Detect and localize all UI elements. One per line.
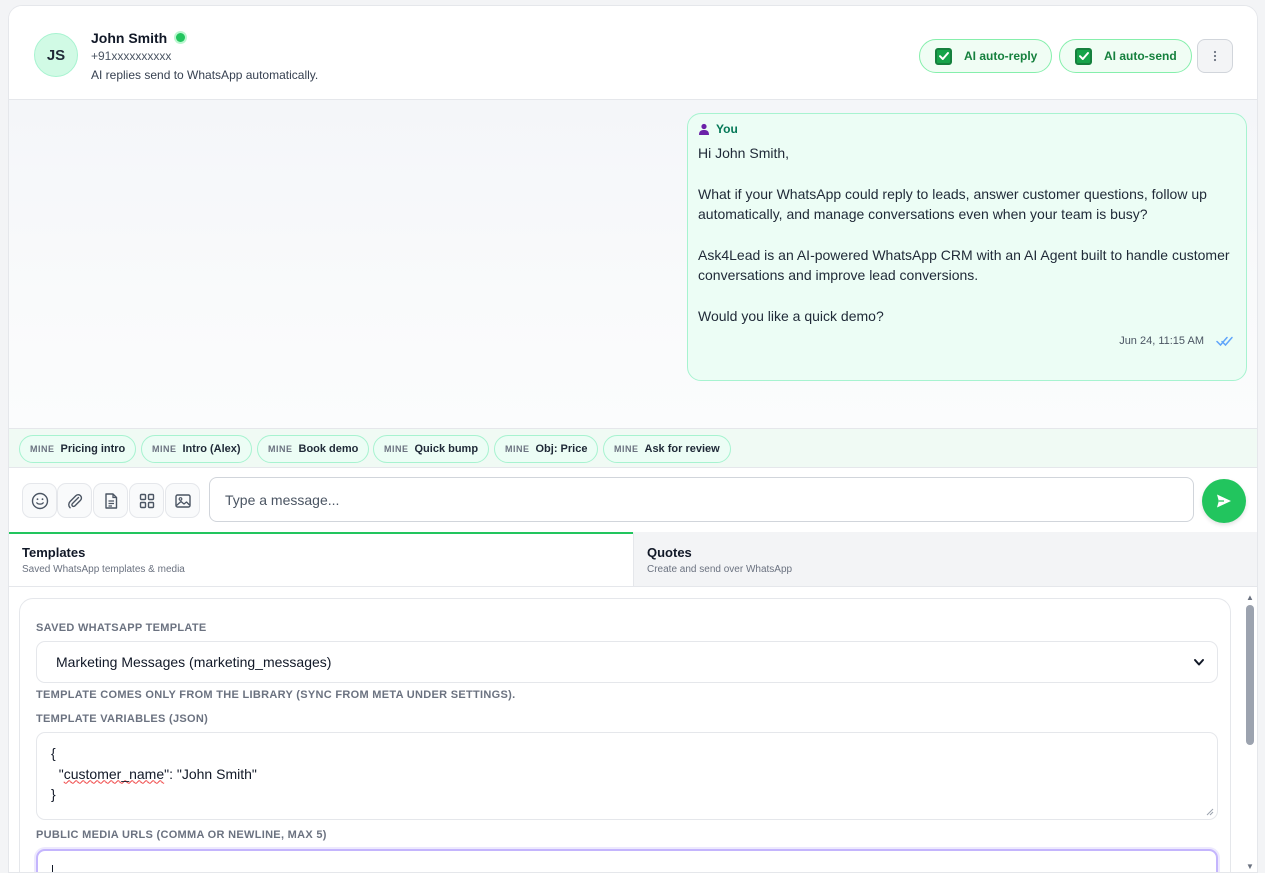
grid-icon — [139, 493, 154, 508]
scroll-down-arrow-icon[interactable]: ▼ — [1245, 862, 1255, 872]
saved-template-label: Saved WhatsApp template — [36, 622, 207, 634]
quick-replies-bar: MINE Pricing intro MINE Intro (Alex) MIN… — [9, 428, 1257, 468]
json-key: customer_name — [63, 765, 165, 782]
resize-handle-icon[interactable] — [1206, 808, 1214, 816]
contact-name: John Smith — [91, 30, 168, 46]
ai-auto-send-label: AI auto-send — [1104, 49, 1177, 63]
chip-label: Obj: Price — [535, 443, 588, 455]
template-select[interactable]: Marketing Messages (marketing_messages) — [36, 641, 1218, 683]
contact-subtitle: AI replies send to WhatsApp automaticall… — [91, 68, 319, 82]
quick-reply-chip[interactable]: MINE Quick bump — [373, 435, 490, 463]
sender-label: You — [716, 122, 738, 136]
scrollbar-thumb[interactable] — [1246, 605, 1254, 745]
templates-panel[interactable]: Saved WhatsApp template Marketing Messag… — [9, 587, 1257, 872]
tab-title: Quotes — [647, 545, 692, 560]
quick-reply-chip[interactable]: MINE Book demo — [257, 435, 370, 463]
chip-tag: MINE — [268, 444, 293, 454]
tab-quotes[interactable]: Quotes Create and send over WhatsApp — [633, 532, 1257, 586]
quick-reply-chip[interactable]: MINE Ask for review — [603, 435, 731, 463]
user-icon — [699, 123, 709, 135]
image-button[interactable] — [165, 483, 200, 518]
message-text: Hi John Smith, What if your WhatsApp cou… — [698, 143, 1236, 327]
tab-title: Templates — [22, 545, 86, 560]
quick-reply-chip[interactable]: MINE Obj: Price — [494, 435, 599, 463]
json-line: } — [51, 786, 56, 802]
double-check-icon — [1216, 336, 1233, 347]
chip-tag: MINE — [384, 444, 409, 454]
message-paragraph: Would you like a quick demo? — [698, 308, 884, 325]
message-composer — [9, 468, 1257, 532]
library-note: Template comes only from the library (sy… — [36, 689, 516, 701]
chip-tag: MINE — [505, 444, 530, 454]
ai-auto-send-toggle[interactable]: AI auto-send — [1059, 39, 1192, 73]
emoji-icon — [31, 492, 48, 509]
chip-tag: MINE — [614, 444, 639, 454]
attach-button[interactable] — [57, 483, 92, 518]
ai-auto-reply-toggle[interactable]: AI auto-reply — [919, 39, 1053, 73]
image-icon — [174, 493, 191, 508]
chip-tag: MINE — [152, 444, 177, 454]
emoji-button[interactable] — [22, 483, 57, 518]
panel-scrollbar[interactable]: ▲ ▼ — [1243, 591, 1257, 872]
message-input[interactable] — [209, 477, 1194, 522]
online-status-dot — [176, 33, 185, 42]
tab-templates[interactable]: Templates Saved WhatsApp templates & med… — [9, 532, 633, 586]
message-paragraph: What if your WhatsApp could reply to lea… — [698, 185, 1207, 223]
tool-tabs: Templates Saved WhatsApp templates & med… — [9, 532, 1257, 587]
chip-label: Ask for review — [644, 443, 720, 455]
quick-reply-chip[interactable]: MINE Pricing intro — [19, 435, 137, 463]
message-paragraph: Ask4Lead is an AI-powered WhatsApp CRM w… — [698, 247, 1230, 284]
chip-label: Intro (Alex) — [182, 443, 241, 455]
template-card: Saved WhatsApp template Marketing Messag… — [19, 598, 1231, 872]
media-urls-input[interactable] — [36, 849, 1218, 872]
paperclip-icon — [67, 493, 82, 508]
template-variables-textarea[interactable]: { "customer_name": "John Smith"} — [36, 732, 1218, 820]
chip-tag: MINE — [30, 444, 55, 454]
tab-subtitle: Create and send over WhatsApp — [647, 564, 793, 575]
send-icon — [1217, 494, 1231, 508]
json-line: "customer_name": "John Smith" — [51, 765, 257, 782]
checkbox-checked-icon — [1075, 47, 1092, 65]
media-urls-label: Public media URLs (comma or newline, max… — [36, 829, 327, 841]
message-timestamp: Jun 24, 11:15 AM — [1119, 335, 1204, 347]
quick-reply-chip[interactable]: MINE Intro (Alex) — [141, 435, 252, 463]
message-paragraph: Hi John Smith, — [698, 145, 790, 161]
chip-label: Quick bump — [414, 443, 479, 455]
tab-subtitle: Saved WhatsApp templates & media — [22, 564, 185, 575]
more-vertical-icon — [1213, 50, 1217, 62]
avatar: JS — [34, 33, 78, 77]
message-thread[interactable]: You Hi John Smith, What if your WhatsApp… — [9, 100, 1257, 428]
message-sender: You — [698, 122, 1236, 136]
chevron-down-icon — [1194, 659, 1204, 666]
template-variables-label: Template variables (JSON) — [36, 713, 209, 725]
conversation-header: JS John Smith +91xxxxxxxxxx AI replies s… — [9, 6, 1257, 100]
chip-label: Book demo — [298, 443, 359, 455]
json-line: { — [51, 745, 56, 761]
contact-phone: +91xxxxxxxxxx — [91, 49, 172, 63]
scroll-up-arrow-icon[interactable]: ▲ — [1245, 593, 1255, 603]
chat-app: JS John Smith +91xxxxxxxxxx AI replies s… — [8, 5, 1258, 873]
document-icon — [104, 492, 117, 509]
ai-auto-reply-label: AI auto-reply — [964, 49, 1038, 63]
catalog-button[interactable] — [129, 483, 164, 518]
message-meta: Jun 24, 11:15 AM — [1119, 335, 1234, 347]
outgoing-message-bubble[interactable]: You Hi John Smith, What if your WhatsApp… — [687, 113, 1247, 381]
send-button[interactable] — [1202, 479, 1246, 523]
chip-label: Pricing intro — [60, 443, 126, 455]
more-options-button[interactable] — [1197, 39, 1233, 73]
template-select-value: Marketing Messages (marketing_messages) — [56, 654, 332, 670]
text-caret — [52, 865, 53, 872]
document-button[interactable] — [93, 483, 128, 518]
checkbox-checked-icon — [935, 47, 952, 65]
